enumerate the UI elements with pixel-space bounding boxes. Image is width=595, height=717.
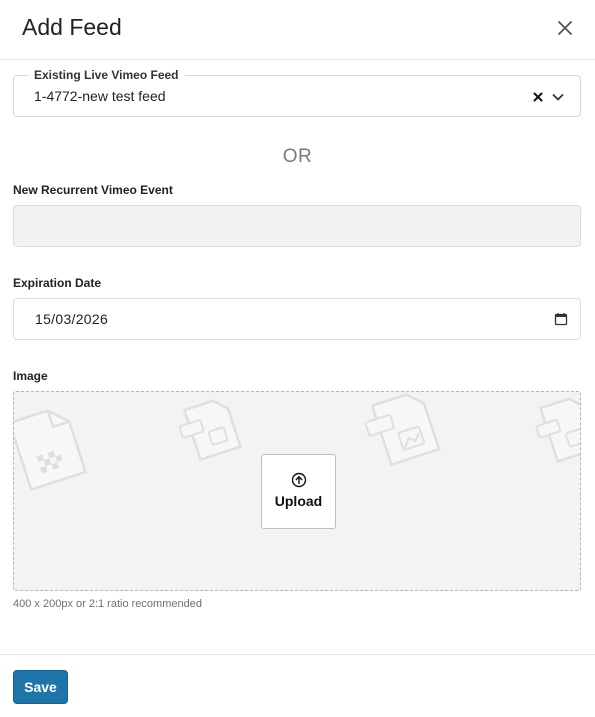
image-dropzone[interactable]: Upload	[13, 391, 581, 591]
chevron-down-icon[interactable]	[551, 90, 565, 104]
upload-label: Upload	[274, 493, 323, 509]
modal-title: Add Feed	[22, 14, 122, 40]
expiration-date-value: 15/03/2026	[35, 311, 109, 327]
upload-button[interactable]: Upload	[261, 454, 336, 529]
file-png-decor-icon	[14, 409, 88, 492]
modal-header: Add Feed	[0, 0, 595, 60]
save-button[interactable]: Save	[13, 670, 68, 704]
calendar-icon[interactable]	[554, 312, 568, 326]
recurrent-event-label: New Recurrent Vimeo Event	[13, 183, 173, 197]
footer-divider	[0, 654, 595, 655]
file-gif-decor-icon-2	[535, 397, 580, 463]
arrow-up-circle-icon	[291, 472, 307, 488]
expiration-date-label: Expiration Date	[13, 276, 102, 290]
recurrent-event-input[interactable]	[13, 205, 581, 247]
expiration-date-input[interactable]: 15/03/2026	[13, 298, 581, 340]
close-icon[interactable]	[553, 16, 577, 40]
file-jpg-decor-icon	[364, 393, 441, 467]
image-label: Image	[13, 369, 48, 383]
existing-feed-value: 1-4772-new test feed	[34, 88, 166, 104]
or-separator: OR	[282, 146, 313, 167]
file-gif-decor-icon	[178, 399, 243, 462]
image-size-hint: 400 x 200px or 2:1 ratio recommended	[13, 598, 202, 610]
clear-icon[interactable]	[532, 90, 544, 102]
existing-feed-label: Existing Live Vimeo Feed	[28, 68, 185, 82]
